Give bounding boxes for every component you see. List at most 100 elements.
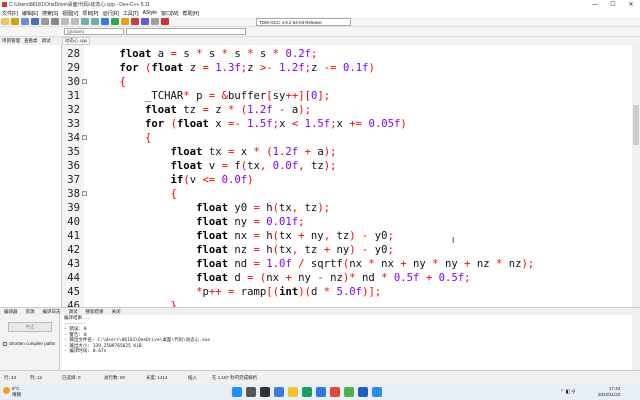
code-line[interactable]: 38- {: [62, 187, 632, 201]
fold-toggle-icon[interactable]: -: [82, 135, 87, 140]
taskbar-apps: [230, 387, 384, 397]
close-file-icon[interactable]: [41, 18, 49, 25]
windows-start-icon[interactable]: [232, 387, 242, 397]
weather-widget[interactable]: 9°C 晴朗: [12, 386, 21, 397]
system-tray[interactable]: ⌃ ◧ ⚲: [560, 389, 575, 395]
find-icon[interactable]: [81, 18, 89, 25]
code-line[interactable]: 40 float ny = 0.01f;: [62, 215, 632, 229]
menu-edit[interactable]: 编辑[E]: [20, 10, 40, 17]
editor-scrollbar-thumb[interactable]: [633, 105, 639, 145]
tab-close[interactable]: 关闭: [108, 309, 125, 315]
line-number: 33: [67, 118, 80, 130]
code-line[interactable]: 37 if(v <= 0.0f): [62, 173, 632, 187]
compile-run-icon[interactable]: [121, 18, 129, 25]
bottom-tabs: 编译器 资源 编译日志 调试 搜索结果 关闭: [0, 307, 640, 315]
code-line[interactable]: 44 float d = (nx + ny - nz)* nd * 0.5f +…: [62, 271, 632, 285]
tab-debugger[interactable]: 调试: [65, 309, 82, 315]
tab-search-results[interactable]: 搜索结果: [82, 309, 108, 315]
tab-compile-log[interactable]: 编译日志: [39, 309, 65, 315]
code-text: float v = f(tx, 0.0f, tz);: [170, 160, 337, 172]
qq-icon[interactable]: [372, 387, 382, 397]
debug-icon[interactable]: [141, 18, 149, 25]
code-line[interactable]: 45 *p++ = ramp[(int)(d * 5.0f)];: [62, 285, 632, 299]
menu-tools[interactable]: 工具[T]: [121, 10, 141, 17]
line-number: 40: [67, 216, 80, 228]
tab-resources[interactable]: 资源: [22, 309, 39, 315]
code-line[interactable]: 41 float nx = h(tx + ny, tz) - y0;: [62, 229, 632, 243]
undo-icon[interactable]: [61, 18, 69, 25]
code-line[interactable]: 28 float a = s * s * s * s * 0.2f;: [62, 47, 632, 61]
menu-help[interactable]: 帮助[H]: [181, 10, 201, 17]
code-line[interactable]: 33 for (float x =- 1.5f;x < 1.5f;x += 0.…: [62, 117, 632, 131]
save-all-icon[interactable]: [31, 18, 39, 25]
widgets-icon[interactable]: [274, 387, 284, 397]
menu-search[interactable]: 搜索[S]: [40, 10, 60, 17]
tab-compiler[interactable]: 编译器: [0, 309, 22, 315]
rebuild-icon[interactable]: [131, 18, 139, 25]
profile-icon[interactable]: [151, 18, 159, 25]
edge-browser-icon[interactable]: [302, 387, 312, 397]
line-number: 28: [67, 48, 80, 60]
maximize-button[interactable]: ☐: [604, 0, 622, 9]
code-line[interactable]: 35 float tx = x * (1.2f + a);: [62, 145, 632, 159]
wechat-icon[interactable]: [344, 387, 354, 397]
devcpp-icon[interactable]: [358, 387, 368, 397]
menu-view[interactable]: 视图[V]: [60, 10, 80, 17]
editor-scrollbar[interactable]: [632, 45, 640, 307]
menu-run[interactable]: 运行[R]: [100, 10, 120, 17]
close-button[interactable]: ✕: [622, 0, 640, 9]
code-editor[interactable]: 28 float a = s * s * s * s * 0.2f; 29 for…: [62, 45, 632, 307]
function-select[interactable]: [126, 28, 246, 35]
code-line[interactable]: 34- {: [62, 131, 632, 145]
globals-select[interactable]: (globals): [64, 28, 124, 35]
store-icon[interactable]: [316, 387, 326, 397]
redo-icon[interactable]: [71, 18, 79, 25]
print-icon[interactable]: [51, 18, 59, 25]
code-line[interactable]: 39 float y0 = h(tx, tz);: [62, 201, 632, 215]
code-line[interactable]: 32 float tz = z * (1.2f - a);: [62, 103, 632, 117]
code-line[interactable]: 42 float nz = h(tx, tz + ny) - y0;: [62, 243, 632, 257]
line-number: 38: [67, 188, 80, 200]
replace-icon[interactable]: [91, 18, 99, 25]
fold-toggle-icon[interactable]: -: [82, 191, 87, 196]
open-folder-icon[interactable]: [11, 18, 19, 25]
stop-icon[interactable]: [161, 18, 169, 25]
code-line[interactable]: 46 }: [62, 299, 632, 307]
code-text: {: [119, 76, 126, 88]
minimize-button[interactable]: —: [586, 0, 604, 9]
tab-debug[interactable]: 调试: [40, 38, 53, 44]
fold-toggle-icon[interactable]: -: [82, 79, 87, 84]
log-scrollbar[interactable]: [632, 315, 640, 370]
code-text: float a = s * s * s * s * 0.2f;: [119, 48, 318, 60]
weather-sun-icon[interactable]: [3, 387, 10, 394]
status-length: 长度: 1414: [146, 375, 168, 380]
abort-compile-button[interactable]: 中止: [8, 322, 52, 332]
save-icon[interactable]: [21, 18, 29, 25]
code-line[interactable]: 30- {: [62, 75, 632, 89]
run-icon[interactable]: [111, 18, 119, 25]
menu-astyle[interactable]: AStyle: [141, 10, 159, 16]
compiler-select[interactable]: TDM-GCC 4.9.2 64-bit Release: [256, 18, 351, 26]
office-icon[interactable]: [330, 387, 340, 397]
tab-classes[interactable]: 查看类: [22, 38, 40, 44]
clock[interactable]: 17:44 2022/11/23: [598, 386, 620, 398]
code-text: _TCHAR* p = &buffer[sy++][0];: [94, 90, 331, 102]
tab-project[interactable]: 项目管理: [0, 38, 22, 44]
search-icon[interactable]: [246, 387, 256, 397]
menu-project[interactable]: 项目[P]: [80, 10, 100, 17]
line-number: 32: [67, 104, 80, 116]
new-file-icon[interactable]: [1, 18, 9, 25]
code-line[interactable]: 36 float v = f(tx, 0.0f, tz);: [62, 159, 632, 173]
compile-icon[interactable]: [101, 18, 109, 25]
menu-window[interactable]: 窗口[W]: [159, 10, 181, 17]
editor-tab[interactable]: 动态心.cpp: [62, 37, 90, 45]
code-line[interactable]: 43 float nd = 1.0f / sqrtf(nx * nx + ny …: [62, 257, 632, 271]
code-line[interactable]: 29 for (float z = 1.3f;z >- 1.2f;z -= 0.…: [62, 61, 632, 75]
shorten-paths-row[interactable]: Shorten compiler paths: [3, 341, 55, 346]
file-explorer-icon[interactable]: [288, 387, 298, 397]
code-text: float tx = x * (1.2f + a);: [170, 146, 337, 158]
task-view-icon[interactable]: [260, 387, 270, 397]
menu-file[interactable]: 文件[F]: [0, 10, 20, 17]
code-line[interactable]: 31 _TCHAR* p = &buffer[sy++][0];: [62, 89, 632, 103]
shorten-paths-checkbox[interactable]: [3, 341, 7, 346]
